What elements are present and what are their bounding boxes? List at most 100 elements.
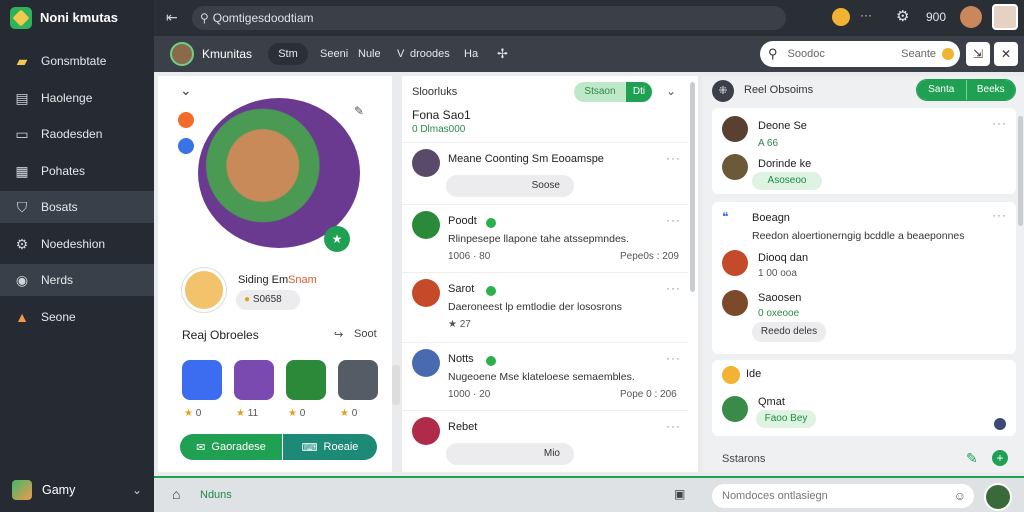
right-title: Reel Obsoims — [744, 84, 814, 96]
app-title: Noni kmutas — [40, 10, 119, 25]
star-icon: ★ — [184, 408, 196, 419]
tab-5[interactable]: Ha — [464, 48, 478, 60]
sidebar-item-label: Nerds — [41, 273, 74, 287]
feed-post[interactable]: Rebet ··· Mio — [402, 410, 688, 474]
add-icon[interactable]: + — [992, 450, 1008, 466]
sidebar-footer-game[interactable]: Gamy ⌄ — [0, 474, 154, 506]
more-dots-icon[interactable]: ··· — [666, 151, 681, 165]
member-name-2: Dorinde ke — [758, 158, 812, 170]
feed-post[interactable]: Sarot ··· Daeroneest lp emtlodie der losos… — [402, 272, 688, 336]
sidebar-item-label: Haolenge — [41, 90, 93, 105]
profile-panel: ⌄ ✎ ★ Siding Em Snam ● S0658 Reaj Obroel… — [158, 76, 392, 472]
back-arrow-icon[interactable]: ⇤ — [166, 9, 178, 26]
emoji-reaction-icon[interactable] — [832, 8, 850, 26]
game-rating: ★ 11 — [236, 408, 258, 419]
message-input[interactable]: Nomdoces ontlasiegn ☺ — [712, 484, 974, 508]
secondary-action-button[interactable]: ⌨ Roeaie — [283, 434, 377, 460]
right-scrollbar[interactable] — [1018, 116, 1023, 226]
community-search[interactable]: ⚲ Soodoc Seante — [760, 41, 960, 67]
recent-title: Reaj Obroeles — [182, 328, 259, 342]
discussion-name-1: Diooq dan — [758, 252, 809, 264]
post-author: Poodt — [448, 215, 477, 227]
primary-action-button[interactable]: ✉ Gaoradese — [180, 434, 282, 460]
sword-game-icon[interactable] — [286, 360, 326, 400]
sidebar-item-2[interactable]: ▭ Raodesden — [0, 118, 154, 150]
edit-icon[interactable]: ✎ — [966, 450, 978, 467]
feed-post[interactable]: Meane Coonting Sm Eooamspe ··· Soose — [402, 142, 688, 206]
more-dots-icon[interactable]: ··· — [992, 116, 1007, 130]
post-stats: ★ 27 — [448, 319, 471, 330]
group-chip[interactable]: Faoo Bey — [756, 410, 816, 428]
sidebar-item-3[interactable]: ▦ Pohates — [0, 155, 154, 187]
recent-link[interactable]: Soot — [354, 328, 377, 340]
profile-picture[interactable] — [992, 4, 1018, 30]
right-button-a[interactable]: Santa — [917, 80, 966, 100]
share-icon[interactable]: ↪ — [334, 328, 343, 341]
star-icon: ★ — [288, 408, 300, 419]
feed-toggle[interactable]: Stsaon Dti — [574, 82, 652, 102]
sidebar-item-6[interactable]: ◉ Nerds — [0, 264, 154, 296]
close-icon[interactable]: ✕ — [994, 42, 1018, 66]
chevron-down-icon[interactable]: ⌄ — [132, 483, 142, 497]
more-dots-icon[interactable]: ··· — [666, 351, 681, 365]
member-chip[interactable]: Asoseoo — [752, 172, 822, 190]
add-icon[interactable]: ✢ — [497, 46, 508, 62]
self-avatar[interactable] — [984, 483, 1012, 511]
member-avatar — [722, 396, 748, 422]
profile-name-tag: Snam — [288, 274, 317, 286]
chevron-down-icon[interactable]: ⌄ — [180, 82, 192, 99]
edit-icon[interactable]: ✎ — [354, 104, 364, 118]
gear-game-icon[interactable] — [338, 360, 378, 400]
post-author: Sarot — [448, 283, 475, 295]
tab-4[interactable]: droodes — [410, 48, 450, 60]
post-chip[interactable]: Soose — [446, 175, 574, 197]
feed-post[interactable]: Poodt ··· Rlinpesepe llapone tahe atssepmn… — [402, 204, 688, 268]
more-dots-icon[interactable]: ··· — [992, 208, 1007, 222]
emoji-icon[interactable]: ☺ — [954, 489, 966, 503]
more-options-icon[interactable]: ⌄ — [666, 84, 676, 98]
sidebar-item-5[interactable]: ⚙ Noedeshion — [0, 228, 154, 260]
more-dots-icon[interactable]: ··· — [666, 419, 681, 433]
post-avatar — [412, 211, 440, 239]
toggle-right[interactable]: Dti — [626, 82, 652, 102]
sidebar-item-1[interactable]: ▤ Haolenge — [0, 82, 154, 114]
feed-scrollbar[interactable] — [690, 82, 695, 292]
community-title: Kmunitas — [202, 47, 253, 61]
attach-icon[interactable]: ▣ — [674, 487, 685, 501]
feed-post[interactable]: Notts ··· Nugeoene Mse klateloese semaembl… — [402, 342, 688, 406]
more-dots-icon[interactable]: ··· — [666, 281, 681, 295]
tab-0[interactable]: Stm — [268, 43, 308, 65]
sidebar-item-label: Noedeshion — [41, 236, 106, 251]
warrior-game-icon[interactable] — [234, 360, 274, 400]
global-search-bar[interactable]: ⚲ Qomtigesdoodtiam — [192, 6, 786, 30]
panel-scroll-handle[interactable] — [392, 365, 400, 405]
user-avatar[interactable] — [960, 6, 982, 28]
discussion-title: Boeagn — [752, 212, 790, 224]
notification-count: 900 — [926, 10, 947, 24]
sidebar-item-4[interactable]: ⛉ Bosats — [0, 191, 154, 223]
more-dots-icon[interactable]: ··· — [666, 213, 681, 227]
sidebar-item-label: Gonsmbtate — [41, 54, 107, 68]
collapse-icon[interactable]: ⇲ — [966, 42, 990, 66]
home-icon[interactable]: ⌂ — [172, 486, 180, 502]
settings-gear-icon[interactable]: ⚙ — [896, 7, 909, 25]
right-button-b[interactable]: Beeks — [965, 80, 1015, 100]
panda-game-icon[interactable] — [182, 360, 222, 400]
chat-icon: ✉ — [196, 441, 206, 454]
tab-3[interactable]: V — [397, 48, 404, 60]
bottom-label[interactable]: Nduns — [200, 489, 232, 501]
community-avatar — [170, 42, 194, 66]
toggle-left[interactable]: Stsaon — [574, 82, 626, 102]
tab-1[interactable]: Seeni — [320, 48, 348, 60]
sidebar-item-7[interactable]: ▲ Seone — [0, 301, 154, 333]
emoji-icon[interactable] — [942, 48, 954, 60]
discussion-chip[interactable]: Reedo deles — [752, 322, 826, 342]
online-status-icon — [486, 218, 496, 228]
tab-2[interactable]: Nule — [358, 48, 381, 60]
app-logo — [10, 7, 32, 29]
more-dots-icon[interactable]: ··· — [860, 8, 872, 22]
sidebar-item-0[interactable]: ▰ Gonsmbtate — [0, 45, 154, 77]
post-avatar — [412, 417, 440, 445]
character-badge-icon: ★ — [324, 226, 350, 252]
post-chip[interactable]: Mio — [446, 443, 574, 465]
